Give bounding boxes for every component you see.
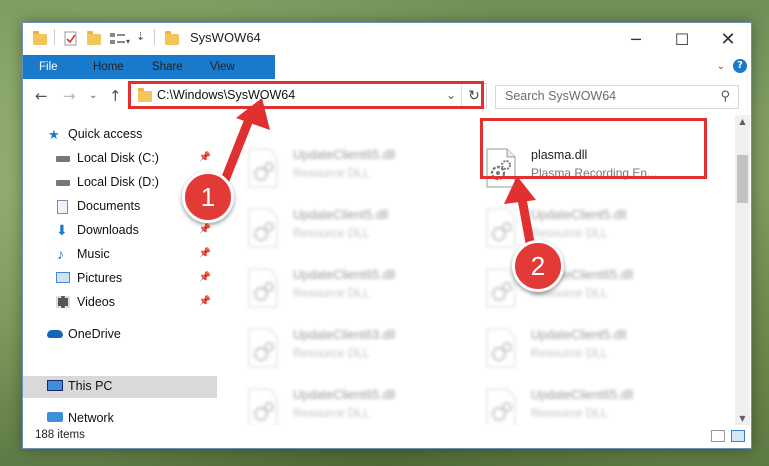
step-badge-1: 1 [182,171,234,223]
annotation-arrows [220,98,536,253]
step-badge-2: 2 [512,240,564,292]
